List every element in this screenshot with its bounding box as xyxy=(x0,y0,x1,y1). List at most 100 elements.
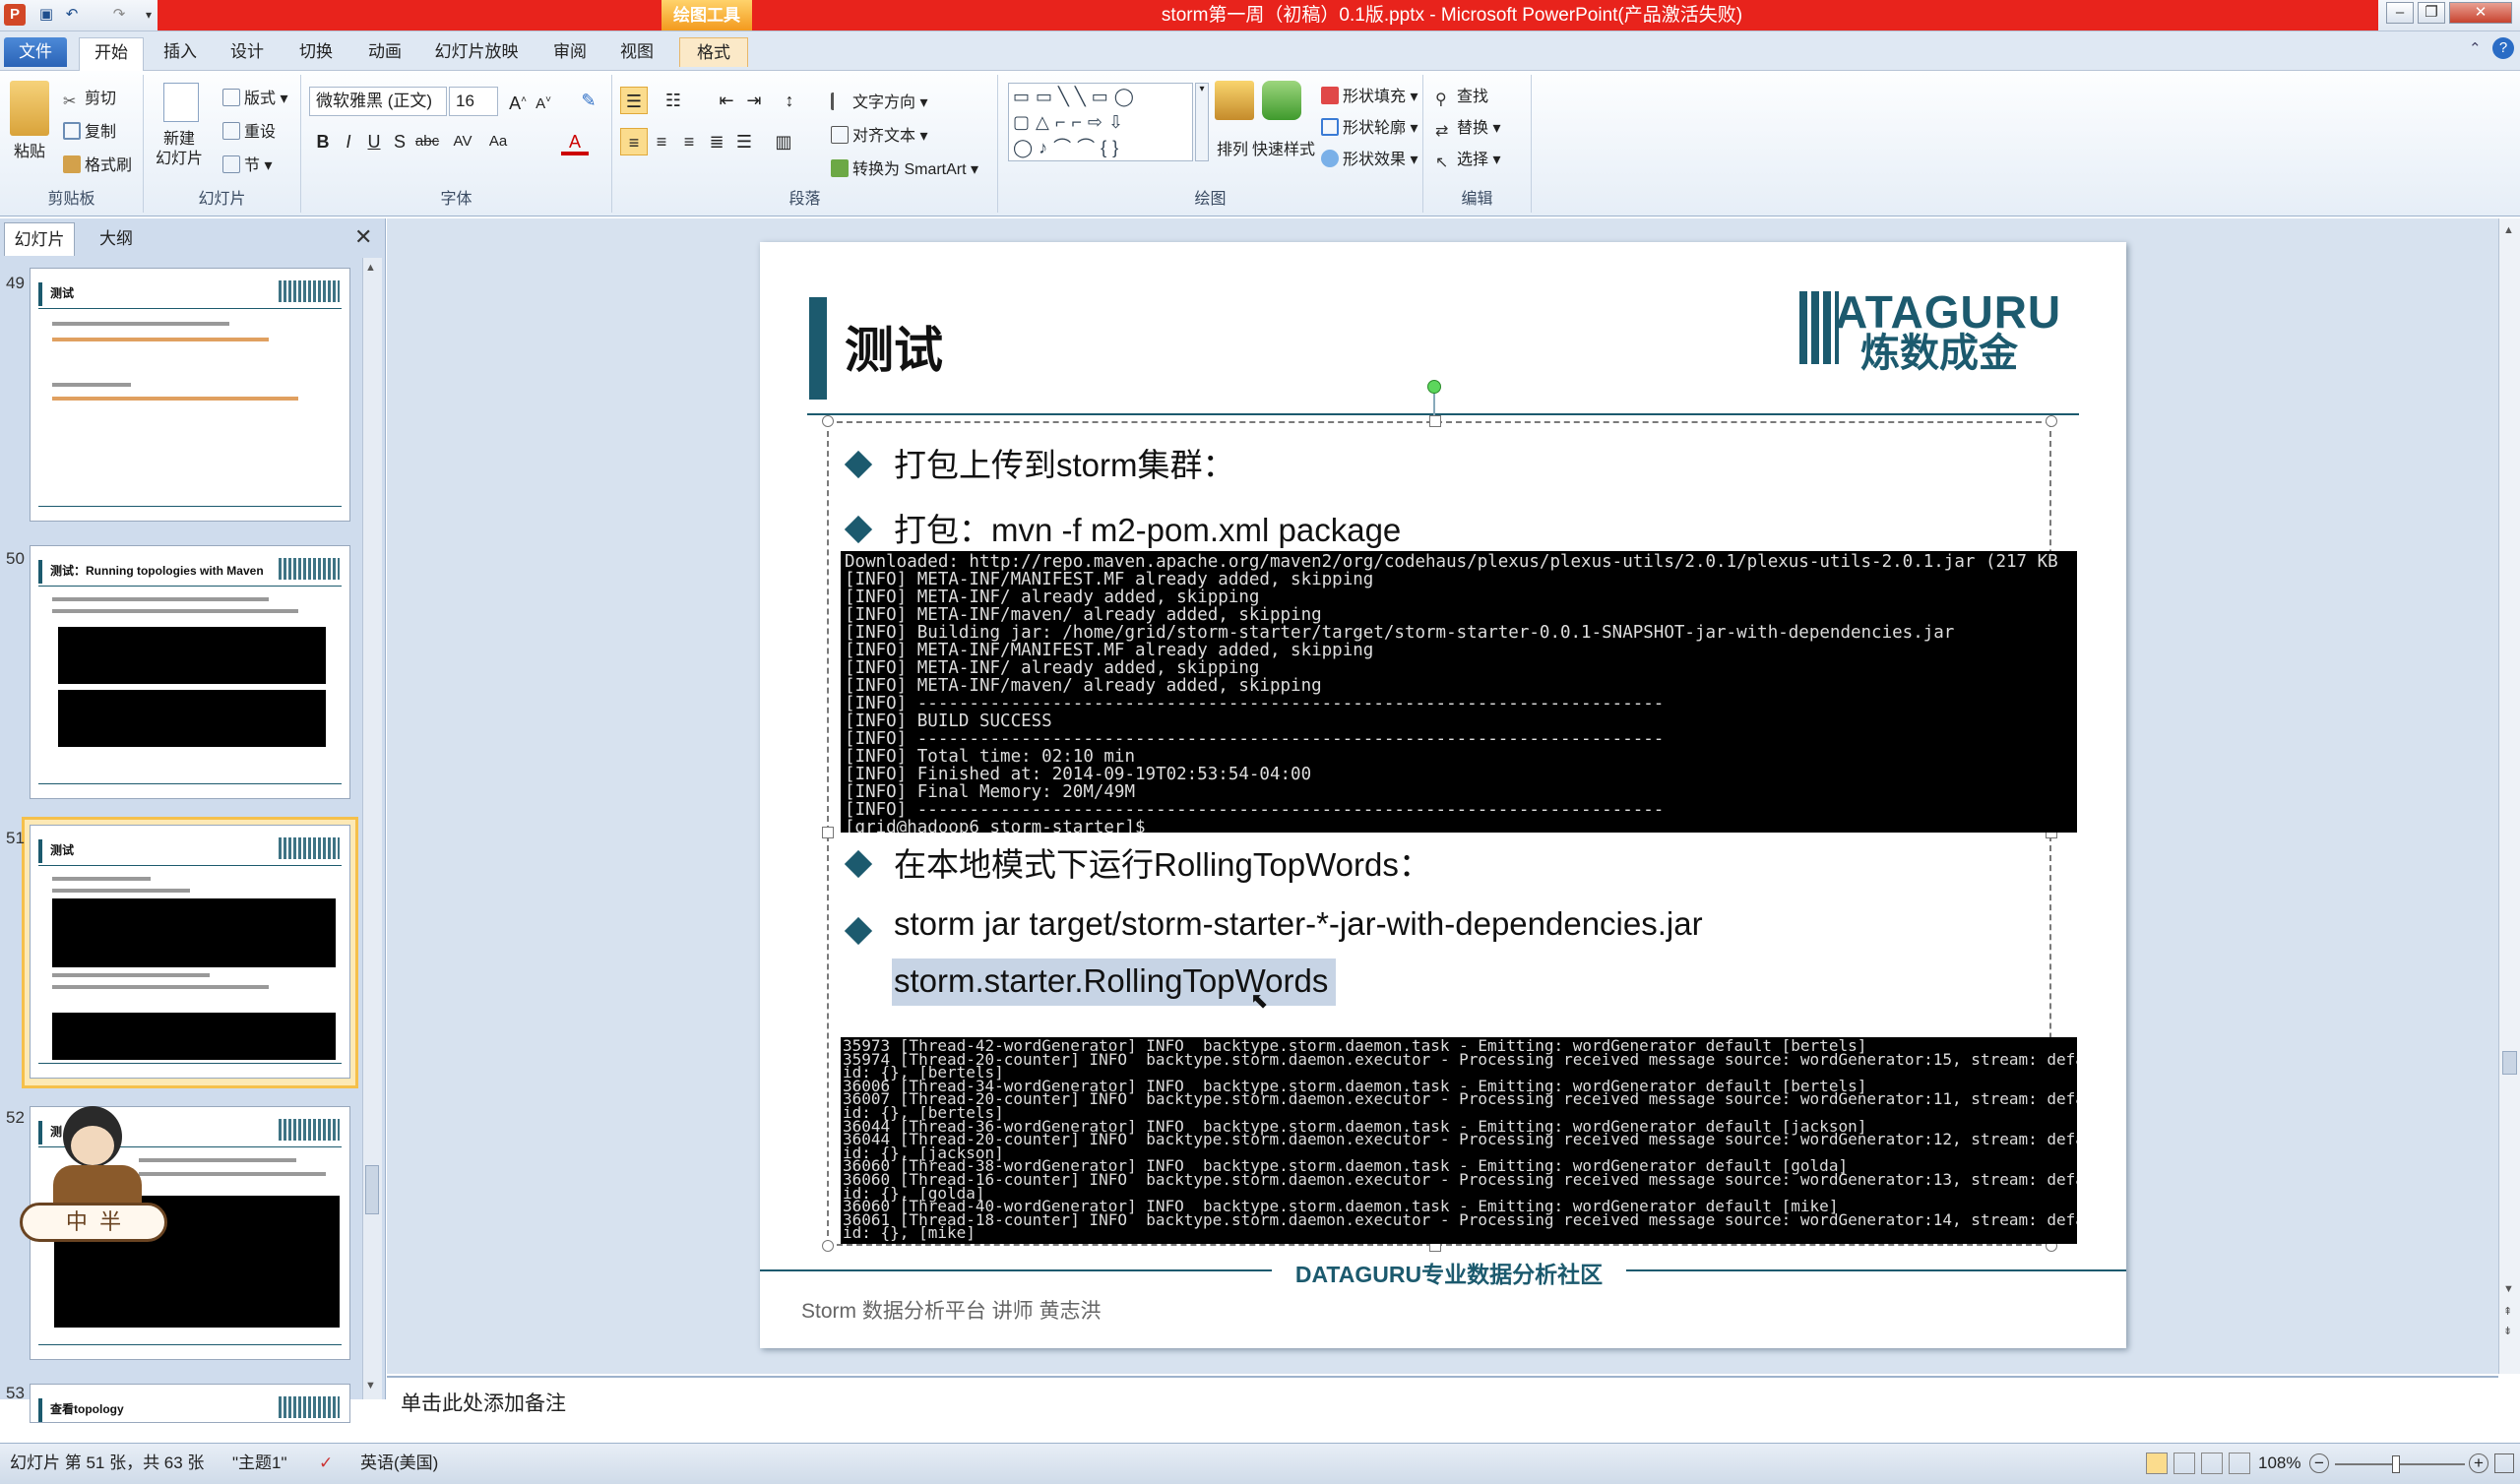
tab-view[interactable]: 视图 xyxy=(610,37,663,67)
tab-slideshow[interactable]: 幻灯片放映 xyxy=(427,37,526,67)
selected-text[interactable]: storm.starter.RollingTopWords xyxy=(892,958,1337,1006)
shape-outline-button[interactable]: 形状轮廓 ▾ xyxy=(1321,114,1418,138)
change-case-icon[interactable]: Aa xyxy=(484,128,512,155)
scroll-down-arrow-icon[interactable]: ▼ xyxy=(365,1380,376,1391)
scroll-up-arrow-icon[interactable]: ▲ xyxy=(365,262,376,274)
tab-insert[interactable]: 插入 xyxy=(154,37,207,67)
thumbnail-scroll-thumb[interactable] xyxy=(365,1165,379,1214)
font-size-combo[interactable]: 16 xyxy=(449,87,498,116)
grow-font-icon[interactable]: A˄ xyxy=(504,87,532,114)
help-icon[interactable]: ? xyxy=(2492,37,2514,59)
paste-button[interactable]: 粘贴 xyxy=(14,138,45,161)
select-button[interactable]: ↖ 选择 ▾ xyxy=(1435,146,1501,171)
rotate-handle[interactable] xyxy=(1427,380,1441,394)
underline-icon[interactable]: U xyxy=(360,128,388,155)
minimize-button[interactable]: – xyxy=(2386,2,2414,24)
previous-slide-icon[interactable]: ⇞ xyxy=(2503,1305,2512,1318)
close-button[interactable]: ✕ xyxy=(2449,2,2512,24)
close-panel-icon[interactable]: ✕ xyxy=(354,224,372,250)
line-spacing-icon[interactable]: ↕ xyxy=(776,87,803,114)
shadow-icon[interactable]: S xyxy=(386,128,413,155)
quick-styles-button[interactable]: 快速样式 xyxy=(1252,136,1315,159)
clear-format-icon[interactable]: ✎ xyxy=(575,87,602,114)
tab-home[interactable]: 开始 xyxy=(79,37,144,71)
redo-icon[interactable]: ↷ xyxy=(108,4,130,26)
format-painter-button[interactable]: 格式刷 xyxy=(63,152,132,175)
slide-sorter-view-icon[interactable] xyxy=(2174,1453,2195,1474)
slide-scroll-thumb[interactable] xyxy=(2502,1051,2517,1075)
tab-outline-panel[interactable]: 大纲 xyxy=(81,222,152,256)
slide-canvas[interactable]: 测试 ATAGURU 炼数成金 打包上传到storm集群： 打包：mvn -f … xyxy=(760,242,2126,1348)
copy-button[interactable]: 复制 xyxy=(63,118,116,142)
font-name-combo[interactable]: 微软雅黑 (正文) xyxy=(309,87,447,116)
slide-thumbnail-51[interactable]: 测试 xyxy=(30,825,350,1079)
spellcheck-icon[interactable]: ✓ xyxy=(319,1444,333,1483)
zoom-slider-track[interactable] xyxy=(2335,1463,2465,1465)
align-center-icon[interactable]: ≡ xyxy=(648,128,675,155)
zoom-out-icon[interactable]: − xyxy=(2309,1453,2329,1473)
section-button[interactable]: 节 ▾ xyxy=(222,152,273,175)
paste-icon[interactable] xyxy=(10,81,49,136)
slideshow-view-icon[interactable] xyxy=(2229,1453,2250,1474)
slide-title[interactable]: 测试 xyxy=(845,311,943,382)
tab-animations[interactable]: 动画 xyxy=(358,37,411,67)
reset-button[interactable]: 重设 xyxy=(222,118,276,142)
numbering-icon[interactable]: ☷ xyxy=(660,87,687,114)
language-indicator[interactable]: 英语(美国) xyxy=(360,1444,438,1483)
slide-scrollbar[interactable]: ▲ ▼ ⇞ ⇟ xyxy=(2498,218,2520,1374)
shapes-gallery[interactable]: ▭▭╲╲▭◯ ▢△⌐⌐⇨⇩ ◯♪⌒⌒{} xyxy=(1008,83,1193,161)
resize-handle[interactable] xyxy=(2046,415,2057,427)
distributed-icon[interactable]: ☰ xyxy=(730,128,758,155)
zoom-slider-thumb[interactable] xyxy=(2392,1455,2400,1473)
slide-thumbnail-49[interactable]: 测试 xyxy=(30,268,350,522)
align-left-icon[interactable]: ≡ xyxy=(620,128,648,155)
restore-button[interactable]: ❐ xyxy=(2418,2,2445,24)
quick-styles-icon[interactable] xyxy=(1262,81,1301,120)
find-button[interactable]: ⚲ 查找 xyxy=(1435,83,1488,108)
tab-design[interactable]: 设计 xyxy=(220,37,274,67)
resize-handle[interactable] xyxy=(1429,415,1441,427)
cut-button[interactable]: ✂ 剪切 xyxy=(63,85,116,110)
decrease-indent-icon[interactable]: ⇤ xyxy=(713,87,740,114)
text-direction-button[interactable]: 文字方向 ▾ xyxy=(831,89,928,112)
smartart-button[interactable]: 转换为 SmartArt ▾ xyxy=(831,155,978,179)
notes-pane[interactable]: 单击此处添加备注 xyxy=(387,1376,2498,1443)
tab-transitions[interactable]: 切换 xyxy=(289,37,343,67)
slide-thumbnail-53[interactable]: 查看topology xyxy=(30,1384,350,1423)
char-spacing-icon[interactable]: AV xyxy=(449,128,476,155)
slide-thumbnail-50[interactable]: 测试：Running topologies with Maven xyxy=(30,545,350,799)
reading-view-icon[interactable] xyxy=(2201,1453,2223,1474)
normal-view-icon[interactable] xyxy=(2146,1453,2168,1474)
italic-icon[interactable]: I xyxy=(335,128,362,155)
shape-effects-button[interactable]: 形状效果 ▾ xyxy=(1321,146,1418,169)
powerpoint-app-icon[interactable]: P xyxy=(4,4,26,26)
justify-icon[interactable]: ≣ xyxy=(703,128,730,155)
zoom-level[interactable]: 108% xyxy=(2258,1444,2300,1483)
increase-indent-icon[interactable]: ⇥ xyxy=(740,87,768,114)
arrange-button[interactable]: 排列 xyxy=(1217,136,1248,159)
thumbnail-scrollbar[interactable]: ▲ ▼ xyxy=(362,258,382,1399)
shape-fill-button[interactable]: 形状填充 ▾ xyxy=(1321,83,1418,106)
new-slide-button[interactable]: 新建 幻灯片 xyxy=(156,130,203,169)
tab-format[interactable]: 格式 xyxy=(679,37,748,67)
font-color-icon[interactable]: A xyxy=(561,128,589,155)
bullets-icon[interactable]: ☰ xyxy=(620,87,648,114)
replace-button[interactable]: ⇄ 替换 ▾ xyxy=(1435,114,1501,140)
arrange-icon[interactable] xyxy=(1215,81,1254,120)
strikethrough-icon[interactable]: abc xyxy=(413,128,441,155)
resize-handle[interactable] xyxy=(822,415,834,427)
new-slide-icon[interactable] xyxy=(163,83,199,122)
fit-to-window-icon[interactable] xyxy=(2494,1453,2514,1473)
scroll-up-arrow-icon[interactable]: ▲ xyxy=(2503,224,2514,236)
scroll-down-arrow-icon[interactable]: ▼ xyxy=(2503,1283,2514,1295)
shapes-gallery-more[interactable]: ▾ xyxy=(1195,83,1209,161)
customize-qat-icon[interactable]: ▾ xyxy=(138,4,159,26)
bold-icon[interactable]: B xyxy=(309,128,337,155)
align-right-icon[interactable]: ≡ xyxy=(675,128,703,155)
tab-review[interactable]: 审阅 xyxy=(543,37,597,67)
resize-handle[interactable] xyxy=(822,1240,834,1252)
resize-handle[interactable] xyxy=(822,827,834,838)
next-slide-icon[interactable]: ⇟ xyxy=(2503,1325,2512,1337)
save-icon[interactable]: ▣ xyxy=(35,4,57,26)
collapse-ribbon-icon[interactable]: ⌃ xyxy=(2469,39,2482,57)
